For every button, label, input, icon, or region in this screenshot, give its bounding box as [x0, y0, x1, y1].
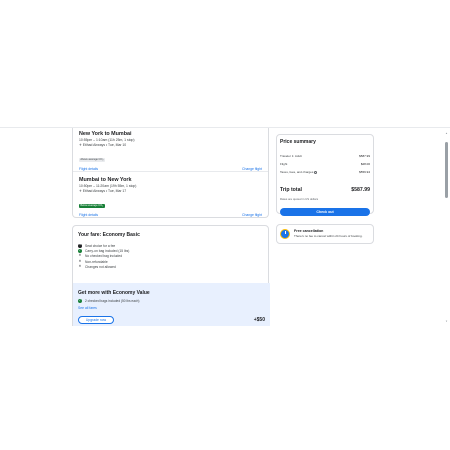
flight-links: Flight details Change flight: [79, 213, 262, 217]
cancellation-title: Free cancellation: [294, 229, 324, 233]
summary-label: Taxes, fees, and charges: [280, 170, 314, 174]
summary-label: Traveler 1: Adult: [280, 154, 302, 158]
scroll-down-icon[interactable]: ▼: [445, 320, 448, 323]
fare-feature-text: No checked bag included: [85, 254, 123, 259]
flight-details-link[interactable]: Flight details: [79, 213, 98, 217]
screen: New York to Mumbai 10:55pm – 1:10am (11h…: [0, 0, 450, 450]
summary-label: Flight: [280, 162, 288, 166]
dollar-icon: $: [78, 243, 82, 248]
fare-title: Your fare: Economy Basic: [78, 232, 140, 238]
see-all-fares-link[interactable]: See all fares: [78, 306, 97, 310]
x-icon: ✕: [78, 258, 82, 263]
scrollbar-thumb[interactable]: [445, 142, 448, 198]
airline-date: Etihad Airways • Tue, Mar 17: [82, 189, 127, 194]
trip-total-label: Trip total: [280, 187, 302, 193]
clock-icon: [280, 229, 290, 239]
fare-feature: ✕ No checked bag included: [78, 254, 129, 259]
emissions-badge: Above average CO₂: [79, 157, 105, 162]
flights-card: New York to Mumbai 10:55pm – 1:10am (11h…: [72, 128, 269, 218]
summary-amount: $587.99: [359, 154, 370, 158]
trip-total: Trip total $587.99: [280, 187, 370, 193]
emissions-badge: Below average CO₂: [79, 203, 105, 208]
summary-label-wrap: Taxes, fees, and charges: [280, 170, 318, 174]
price-summary-card: Price summary Traveler 1: Adult $587.99 …: [276, 134, 374, 216]
change-flight-link[interactable]: Change flight: [242, 213, 262, 217]
flight-airline: ✈ Etihad Airways • Tue, Mar 10: [79, 143, 262, 147]
flight-segment-outbound: New York to Mumbai 10:55pm – 1:10am (11h…: [79, 131, 262, 171]
upsell-feature-text: 2 checked bags included (50 lbs each): [85, 299, 140, 303]
fare-card: Your fare: Economy Basic $ Seat choice fo…: [72, 225, 270, 326]
airline-date: Etihad Airways • Tue, Mar 10: [82, 143, 127, 148]
upsell-panel: Get more with Economy Value ✓ 2 checked b…: [73, 283, 270, 326]
summary-row-traveler: Traveler 1: Adult $587.99: [280, 154, 370, 158]
cancellation-text: There's no fee to cancel within 24 hours…: [294, 234, 363, 238]
x-icon: ✕: [78, 253, 82, 258]
fare-features: $ Seat choice for a fee ✓ Carry-on bag inc…: [78, 243, 129, 269]
fare-feature-text: Changes not allowed: [85, 264, 116, 269]
summary-amount: $28.00: [360, 162, 370, 166]
fare-feature: ✓ Carry-on bag included (15 lbs): [78, 248, 129, 253]
flight-segment-return: Mumbai to New York 10:50pm – 11:20am (19…: [79, 177, 262, 217]
currency-note: Rates are quoted in US dollars: [280, 197, 319, 201]
upsell-feature: ✓ 2 checked bags included (50 lbs each): [78, 299, 139, 303]
flight-title: New York to Mumbai: [79, 131, 132, 137]
fare-feature-text: Seat choice for a fee: [85, 243, 116, 248]
flight-times: 10:55pm – 1:10am (11h 25m, 1 stop): [79, 138, 135, 143]
summary-amount: $559.94: [359, 170, 370, 174]
free-cancellation-card: Free cancellation There's no fee to canc…: [276, 224, 374, 244]
summary-row-flight: Flight $28.00: [280, 162, 370, 166]
price-summary-title: Price summary: [280, 139, 316, 145]
upsell-title: Get more with Economy Value: [78, 290, 150, 296]
check-out-button[interactable]: Check out: [280, 208, 370, 216]
trip-total-amount: $587.99: [351, 187, 370, 193]
x-icon: ✕: [78, 264, 82, 269]
upgrade-now-button[interactable]: Upgrade now: [78, 316, 114, 324]
flight-times: 10:50pm – 11:20am (19h 55m, 1 stop): [79, 184, 137, 189]
divider: [73, 171, 268, 172]
info-icon[interactable]: [314, 170, 318, 174]
fare-feature-text: Non-refundable: [85, 259, 108, 264]
flight-airline: ✈ Etihad Airways • Tue, Mar 17: [79, 189, 262, 193]
check-icon: ✓: [78, 248, 82, 253]
scroll-up-icon[interactable]: ▲: [445, 132, 448, 135]
flight-title: Mumbai to New York: [79, 177, 132, 183]
checkout-page: New York to Mumbai 10:55pm – 1:10am (11h…: [0, 127, 450, 326]
fare-feature-text: Carry-on bag included (15 lbs): [85, 248, 130, 253]
summary-row-taxes: Taxes, fees, and charges $559.94: [280, 170, 370, 174]
check-icon: ✓: [78, 298, 82, 303]
fare-feature: ✕ Changes not allowed: [78, 264, 129, 269]
upsell-price: +$50: [253, 317, 265, 323]
